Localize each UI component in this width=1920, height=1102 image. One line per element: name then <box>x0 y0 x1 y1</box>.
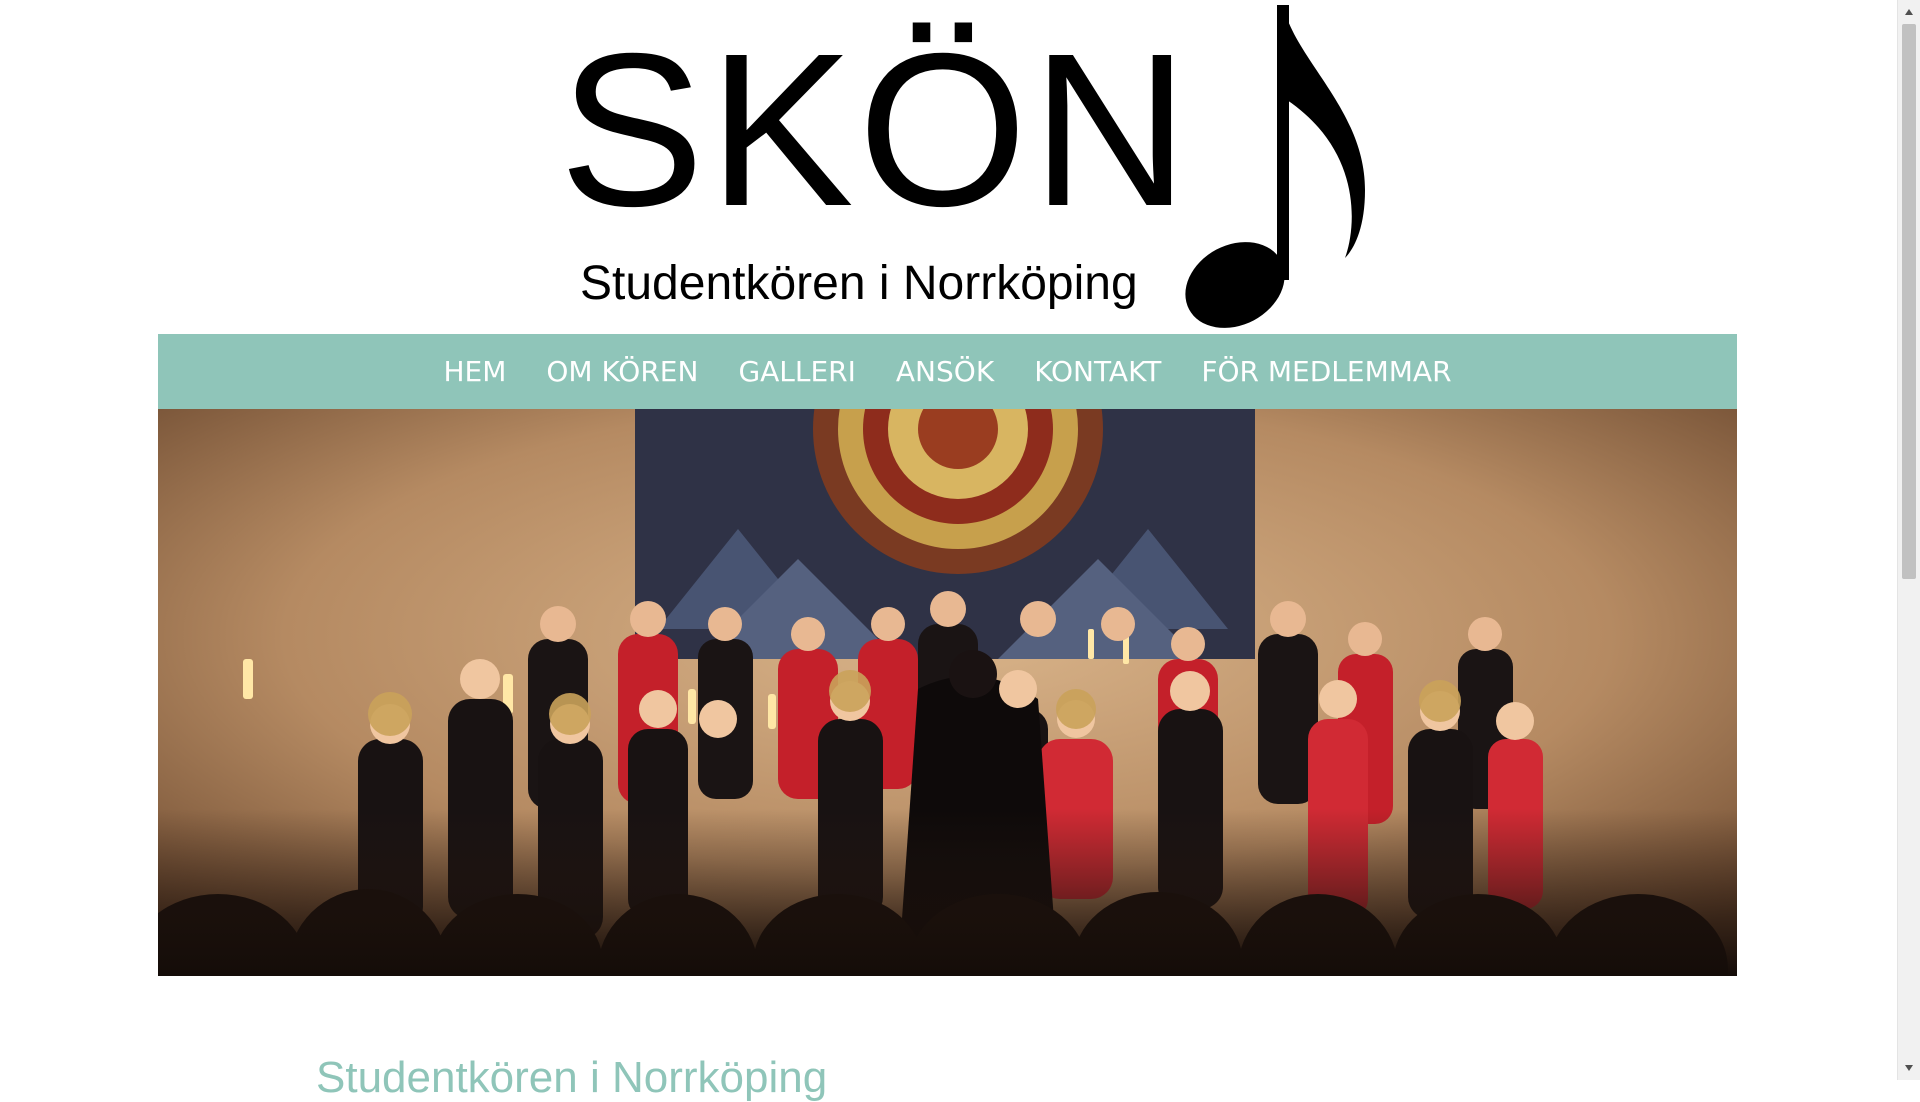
site-logo[interactable]: SKÖN Studentkören i Norrköping <box>540 0 1365 333</box>
nav-item-om-koren[interactable]: OM KÖREN <box>546 355 698 388</box>
nav-item-kontakt[interactable]: KONTAKT <box>1034 355 1161 388</box>
nav-item-hem[interactable]: HEM <box>443 355 506 388</box>
page-title: Studentkören i Norrköping <box>316 1053 828 1102</box>
vertical-scrollbar[interactable] <box>1897 0 1920 1080</box>
scroll-down-arrow-icon[interactable] <box>1898 1058 1920 1078</box>
scroll-up-arrow-icon[interactable] <box>1898 2 1920 22</box>
scrollbar-thumb[interactable] <box>1902 24 1916 579</box>
nav-item-galleri[interactable]: GALLERI <box>738 355 855 388</box>
music-note-icon <box>1185 5 1365 328</box>
logo-title: SKÖN <box>559 9 1193 252</box>
logo-subtitle: Studentkören i Norrköping <box>580 257 1138 310</box>
main-navigation: HEM OM KÖREN GALLERI ANSÖK KONTAKT FÖR M… <box>158 334 1737 409</box>
nav-item-for-medlemmar[interactable]: FÖR MEDLEMMAR <box>1201 355 1451 388</box>
nav-item-ansok[interactable]: ANSÖK <box>896 355 994 388</box>
hero-choir-photo <box>158 409 1737 976</box>
